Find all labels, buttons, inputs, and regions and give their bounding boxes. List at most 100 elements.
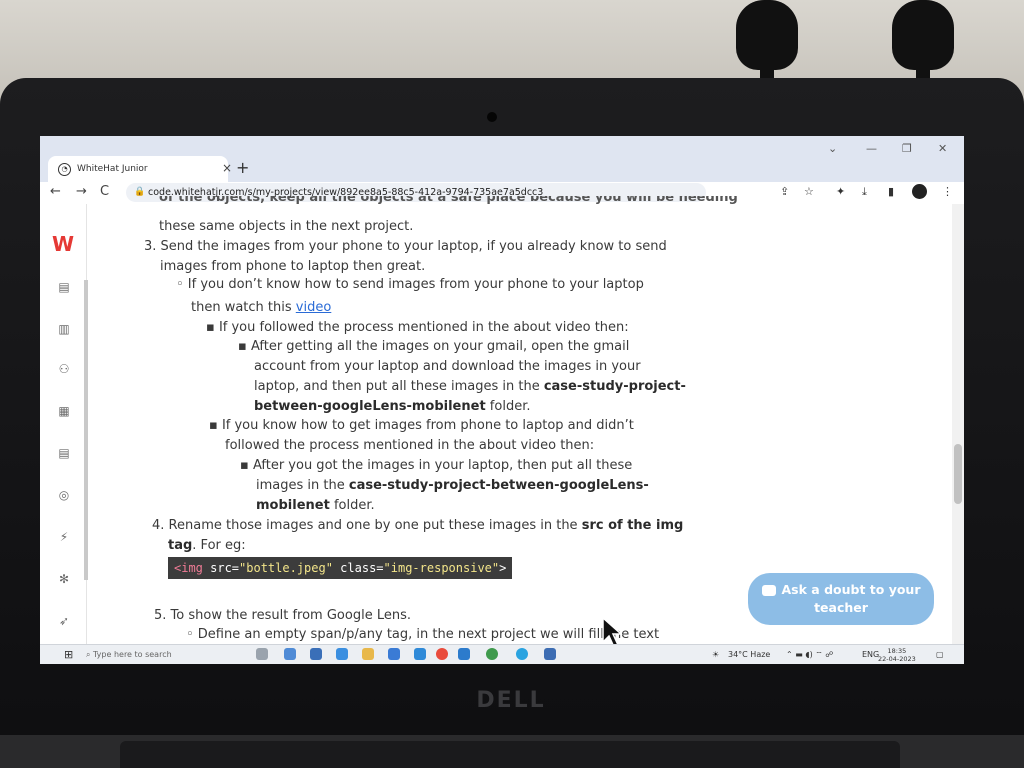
plug-right [892,0,954,82]
taskbar-search[interactable]: ⌕ Type here to search [86,647,236,663]
chat-icon [761,585,776,596]
rocket-icon[interactable]: ➶ [57,614,71,628]
code-value: "bottle.jpeg" [239,561,333,575]
sub-step-line: laptop, and then put all these images in… [254,377,686,397]
chrome-icon[interactable] [436,648,448,660]
edge-browser-icon[interactable] [414,648,426,660]
clock[interactable]: 18:35 22-04-2023 [878,647,916,663]
tab-title: WhiteHat Junior [77,164,148,174]
weather-text[interactable]: 34°C Haze [728,645,770,664]
step-5-line: 5. To show the result from Google Lens. [154,608,411,623]
page-scrollbar[interactable] [952,204,964,644]
cut-top-line: of the objects, keep all the objects at … [159,196,738,205]
notes-icon[interactable]: ▦ [57,404,71,418]
network-icon[interactable]: ⚇ [57,362,71,376]
sub-step-line: images in the case-study-project-between… [256,476,649,496]
code-value: "img-responsive" [383,561,500,575]
store-icon[interactable] [388,648,400,660]
lightning-icon[interactable]: ⚡ [57,530,71,544]
emphasis-text: tag [168,538,193,553]
step-3-line: images from phone to laptop then great. [160,259,426,274]
sub-step-line: ▪ If you know how to get images from pho… [209,418,634,433]
sub-step-line: account from your laptop and download th… [254,359,641,374]
activity-icon[interactable]: ◎ [57,488,71,502]
step-text: . For eg: [192,538,246,553]
dell-logo: DELL [476,688,546,713]
notification-icon[interactable]: ▢ [936,645,944,664]
skype-icon[interactable] [516,648,528,660]
emphasis-text: src of the img [581,518,684,533]
language-indicator[interactable]: ENG [862,645,879,664]
step-4-line: 4. Rename those images and one by one pu… [152,516,683,536]
sub-step-line: ◦ If you don’t know how to send images f… [176,277,644,292]
code-tag: <img [174,561,203,575]
close-window-icon[interactable]: ✕ [938,142,947,155]
code-snippet[interactable]: <img src="bottle.jpeg" class="img-respon… [168,557,513,579]
code-attr: src= [202,561,240,575]
tab-close-icon[interactable]: × [222,161,232,175]
vscode-icon[interactable] [458,648,470,660]
taskbar: ⊞ ⌕ Type here to search ☀ 34°C Haze ⌃ ▬ … [40,644,964,664]
plug-left [736,0,798,82]
video-link[interactable]: video [296,300,332,315]
screen: ◔ WhiteHat Junior × + ⌄ — ❐ ✕ ← → C 🔒 co… [40,136,964,664]
sidebar-scrollbar[interactable] [84,280,88,580]
sub-step-line: between-googleLens-mobilenet folder. [254,397,530,417]
whatsapp-icon[interactable] [486,648,498,660]
folder-name: between-googleLens-mobilenet [254,399,486,414]
sub-step-line: mobilenet folder. [256,496,375,516]
whitehat-favicon-icon: ◔ [58,162,71,176]
ask-doubt-label: teacher [814,600,868,615]
edge-icon[interactable] [336,648,348,660]
whitehat-logo-icon[interactable]: W [52,232,74,256]
sub-step-line: then watch this video [191,298,331,318]
tab-strip: ◔ WhiteHat Junior × + ⌄ — ❐ ✕ [40,136,964,182]
new-tab-button[interactable]: + [236,158,249,177]
webcam [487,112,497,122]
mail-icon[interactable] [310,648,322,660]
document-icon[interactable]: ▤ [57,446,71,460]
instruction-line: these same objects in the next project. [159,219,414,234]
step-4-line: tag. For eg: [168,536,246,556]
forward-icon[interactable]: → [76,184,87,199]
browser-tab[interactable]: ◔ WhiteHat Junior × [48,156,232,182]
task-view-icon[interactable] [256,648,268,660]
system-tray-icons[interactable]: ⌃ ▬ ◖) ⌔ ☍ [786,645,833,664]
sub-step-text: folder. [329,498,375,513]
step-3-line: 3. Send the images from your phone to yo… [144,239,667,254]
weather-icon[interactable]: ☀ [712,645,719,664]
ask-doubt-button[interactable]: Ask a doubt to your teacher [748,573,934,625]
search-placeholder: Type here to search [93,650,172,659]
minimize-icon[interactable]: — [866,142,877,155]
calculator-icon[interactable] [544,648,556,660]
book-icon[interactable]: ▥ [57,322,71,336]
code-close: > [499,561,507,575]
folder-name: case-study-project-between-googleLens- [348,478,649,493]
sub-step-text: images in the [256,478,349,493]
windows-start-icon[interactable]: ⊞ [64,648,73,661]
sub-step-text: laptop, and then put all these images in… [254,379,544,394]
sub-step-text: folder. [485,399,531,414]
restore-icon[interactable]: ❐ [902,142,912,155]
laptop-base [0,735,1024,768]
folder-name: case-study-project- [543,379,686,394]
code-attr: class= [332,561,384,575]
app-sidebar: W ▤ ▥ ⚇ ▦ ▤ ◎ ⚡ ✻ ➶ [40,204,88,644]
sub-step-line: ◦ Define an empty span/p/any tag, in the… [186,627,660,642]
dashboard-icon[interactable]: ▤ [57,280,71,294]
folder-name: mobilenet [256,498,330,513]
back-icon[interactable]: ← [50,184,61,199]
google-icon[interactable] [284,648,296,660]
sub-step-line: ▪ After getting all the images on your g… [238,339,630,354]
sub-step-line: ▪ After you got the images in your lapto… [240,458,633,473]
file-explorer-icon[interactable] [362,648,374,660]
sub-step-text: then watch this [191,300,296,315]
tab-search-icon[interactable]: ⌄ [828,142,837,155]
ask-doubt-label: Ask a doubt to your [781,582,921,597]
menu-kebab-icon[interactable]: ⋮ [942,185,953,198]
scrollbar-thumb[interactable] [954,444,962,504]
sub-step-line: followed the process mentioned in the ab… [225,438,595,453]
settings-gear-icon[interactable]: ✻ [57,572,71,586]
clock-date: 22-04-2023 [878,655,916,663]
clock-time: 18:35 [887,647,907,655]
